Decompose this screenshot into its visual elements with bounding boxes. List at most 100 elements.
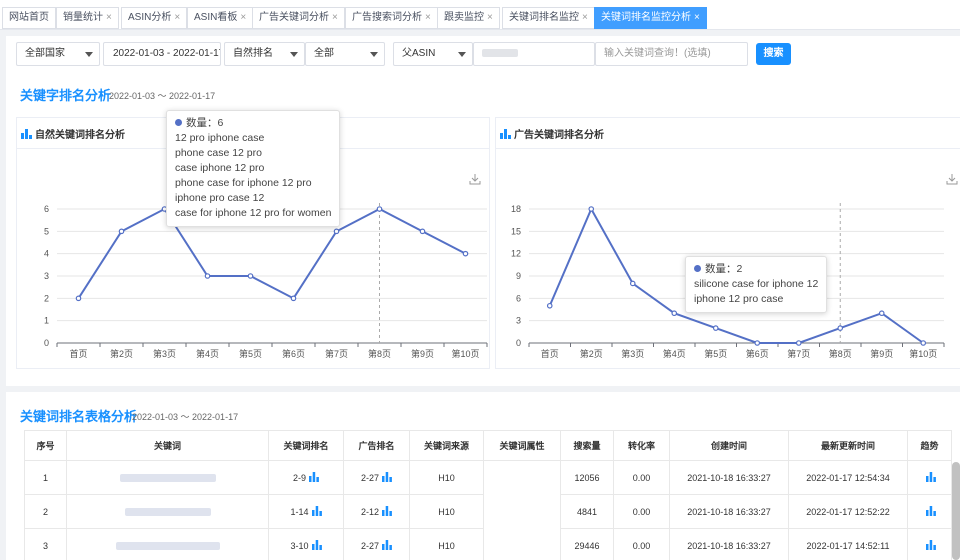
search-button[interactable]: 搜索 (756, 43, 791, 65)
column-header: 趋势 (907, 430, 952, 461)
x-tick-label: 第6页 (746, 348, 769, 359)
close-icon[interactable]: × (332, 12, 338, 23)
trend-cell (907, 494, 952, 529)
close-icon[interactable]: × (694, 12, 700, 23)
bar-chart-icon[interactable] (382, 540, 392, 550)
bar-chart-icon[interactable] (309, 472, 319, 482)
country-select[interactable]: 全部国家 (16, 42, 100, 66)
scrollbar-thumb[interactable] (952, 462, 960, 560)
asin-value-redacted (482, 49, 518, 58)
section-title: 关键字排名分析 (20, 88, 112, 103)
tab-home[interactable]: 网站首页 (2, 7, 56, 29)
y-tick-label: 3 (44, 271, 49, 281)
ad-rank-cell: 2-27 (343, 528, 410, 560)
tab-keyword-rank-monitor-analysis[interactable]: 关键词排名监控分析 × (594, 7, 707, 29)
date-range-value: 2022-01-03 - 2022-01-17 (113, 48, 221, 59)
data-point (376, 206, 383, 212)
asin-type-select[interactable]: 父ASIN (393, 42, 473, 66)
created-time-cell: 2021-10-18 16:33:27 (669, 460, 789, 495)
close-icon[interactable]: × (174, 12, 180, 23)
date-range-picker[interactable]: 2022-01-03 - 2022-01-17 (103, 42, 221, 66)
trend-chart-icon[interactable] (926, 506, 936, 516)
keyword-rank-value: 3-10 (290, 541, 309, 551)
tab-label: 广告关键词分析 (259, 12, 329, 23)
data-point (712, 325, 719, 331)
column-header: 关键词属性 (483, 430, 561, 461)
keyword-rank-cell: 3-10 (268, 528, 344, 560)
conversion-cell: 0.00 (613, 460, 670, 495)
table-header-row: 序号 关键词 关键词排名 广告排名 关键词来源 关键词属性 搜索量 转化率 创建… (24, 430, 952, 461)
tooltip-label: 数量： (705, 263, 737, 275)
ad-rank-value: 2-12 (360, 507, 379, 517)
trend-chart-icon[interactable] (926, 472, 936, 482)
tooltip-keyword: iphone 12 pro case (694, 293, 784, 305)
attribute-cell (483, 460, 561, 560)
data-point (629, 280, 636, 287)
bar-chart-icon[interactable] (382, 472, 392, 482)
chart-tooltip: 数量：2 silicone case for iphone 12 iphone 12… (685, 256, 828, 313)
country-select-value: 全部国家 (25, 48, 65, 59)
tab-asin-board[interactable]: ASIN看板 × (187, 7, 254, 29)
x-tick-label: 第10页 (909, 348, 937, 359)
column-header: 创建时间 (669, 430, 789, 461)
keyword-cell[interactable] (66, 494, 269, 529)
data-point (837, 325, 844, 331)
tab-ad-keyword-analysis[interactable]: 广告关键词分析 × (252, 7, 345, 29)
tab-label: 广告搜索词分析 (352, 12, 422, 23)
search-volume-cell: 4841 (560, 494, 614, 529)
tooltip-keyword: silicone case for iphone 12 (694, 278, 819, 290)
y-tick-label: 3 (516, 316, 521, 326)
caret-down-icon (290, 52, 298, 57)
tab-sales-stats[interactable]: 销量统计 × (56, 7, 119, 29)
conversion-cell: 0.00 (613, 494, 670, 529)
y-tick-label: 0 (44, 338, 49, 348)
x-tick-label: 首页 (541, 348, 559, 359)
bar-chart-icon[interactable] (311, 540, 322, 550)
close-icon[interactable]: × (582, 12, 588, 23)
keyword-rank-table-section: 关键词排名表格分析 2022-01-03 ～ 2022-01-17 序号 关键词… (6, 392, 960, 560)
column-header: 转化率 (613, 430, 670, 461)
column-header: 序号 (24, 430, 67, 461)
tooltip-header: 数量：2 (694, 262, 818, 277)
keyword-input[interactable]: 输入关键词查询！(选填) (595, 42, 748, 66)
data-point (754, 340, 761, 346)
rank-type-select[interactable]: 自然排名 (224, 42, 305, 66)
search-volume-cell: 12056 (560, 460, 614, 495)
asin-select[interactable] (473, 42, 595, 66)
bar-chart-icon[interactable] (382, 506, 392, 516)
tab-hijack-monitor[interactable]: 跟卖监控 × (437, 7, 500, 29)
close-icon[interactable]: × (425, 12, 431, 23)
y-tick-label: 12 (511, 249, 521, 259)
close-icon[interactable]: × (106, 12, 112, 23)
keyword-cell[interactable] (66, 460, 269, 495)
scope-value: 全部 (314, 48, 334, 59)
close-icon[interactable]: × (487, 12, 493, 23)
row-index: 2 (24, 494, 67, 529)
tooltip-keyword: phone case for iphone 12 pro (175, 177, 312, 189)
data-point (419, 228, 426, 235)
tab-keyword-rank-monitor[interactable]: 关键词排名监控 × (502, 7, 595, 29)
bar-chart-icon[interactable] (311, 506, 322, 516)
column-header: 关键词排名 (268, 430, 344, 461)
keyword-cell[interactable] (66, 528, 269, 560)
tooltip-value: 6 (217, 117, 224, 129)
table-row: 1 2-9 2-27 H10 12056 0.00 2021-10-18 16:… (24, 460, 952, 560)
tab-asin-analysis[interactable]: ASIN分析 × (121, 7, 188, 29)
keyword-redacted (115, 542, 220, 551)
tab-ad-search-term-analysis[interactable]: 广告搜索词分析 × (345, 7, 438, 29)
tab-label: 关键词排名监控分析 (601, 12, 691, 23)
data-point (247, 273, 254, 279)
row-index: 3 (24, 528, 67, 560)
data-point (795, 340, 802, 346)
close-icon[interactable]: × (240, 12, 246, 23)
ad-rank-line-chart: 0 3 6 9 12 15 18 首页 第2页 第3页 第4页 第5页 第6页 第7页 第8页 第9页 第10页 (511, 203, 945, 359)
row-index: 1 (24, 460, 67, 495)
data-point (878, 310, 885, 317)
scope-select[interactable]: 全部 (305, 42, 385, 66)
trend-chart-icon[interactable] (926, 540, 936, 550)
x-tick-label: 第9页 (870, 348, 893, 359)
x-tick-label: 第8页 (368, 348, 391, 359)
data-point (462, 250, 469, 257)
chart-tooltip: 数量：6 12 pro iphone case phone case 12 pro c… (166, 110, 341, 227)
tab-label: 网站首页 (9, 12, 49, 23)
